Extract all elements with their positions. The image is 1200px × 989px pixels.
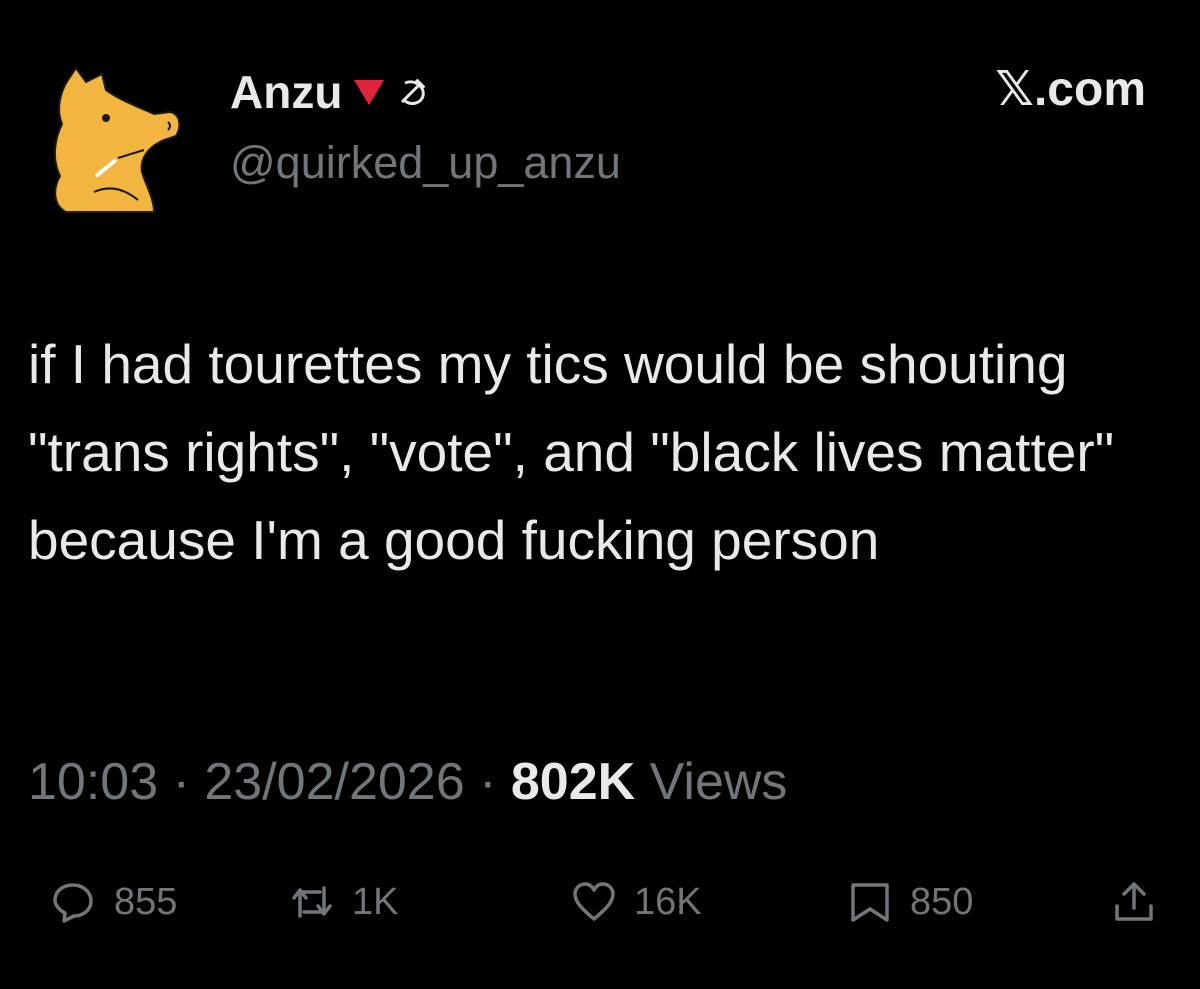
meta-separator: · <box>479 753 497 811</box>
tweet-text: if I had tourettes my tics would be shou… <box>28 333 1115 571</box>
repost-count: 1K <box>352 880 399 923</box>
heart-icon <box>573 882 615 921</box>
action-bar: 855 1K 16K 850 <box>0 872 1200 932</box>
reply-count: 855 <box>114 880 178 923</box>
views-count: 802K <box>510 753 636 811</box>
meta-separator: · <box>172 753 190 811</box>
author-name-row[interactable]: Anzu <box>230 64 430 120</box>
tweet-meta: 10:03 · 23/02/2026 · 802K Views <box>28 752 787 812</box>
tweet-date[interactable]: 23/02/2026 <box>204 753 464 811</box>
avatar-head <box>54 66 181 213</box>
views-label: Views <box>649 753 788 811</box>
bookmark-icon <box>851 883 889 922</box>
like-count: 16K <box>634 880 702 923</box>
author-display-name[interactable]: Anzu <box>230 69 342 115</box>
brand-label: 𝕏.com <box>995 63 1146 116</box>
tweet-time[interactable]: 10:03 <box>28 753 158 811</box>
reply-icon <box>53 883 93 923</box>
like-button[interactable]: 16K <box>572 872 702 932</box>
share-icon <box>1115 882 1153 921</box>
repost-button[interactable]: 1K <box>290 872 398 932</box>
reply-button[interactable]: 855 <box>52 872 177 932</box>
share-button[interactable] <box>1112 872 1156 932</box>
bookmark-count: 850 <box>910 880 974 923</box>
avatar-eye <box>102 114 110 122</box>
hammer-and-sickle-icon <box>401 78 426 105</box>
repost-icon <box>292 886 332 918</box>
bookmark-button[interactable]: 850 <box>848 872 973 932</box>
red-triangle-down-icon <box>354 80 385 105</box>
author-handle[interactable]: @quirked_up_anzu <box>230 140 621 185</box>
avatar[interactable] <box>46 62 186 220</box>
